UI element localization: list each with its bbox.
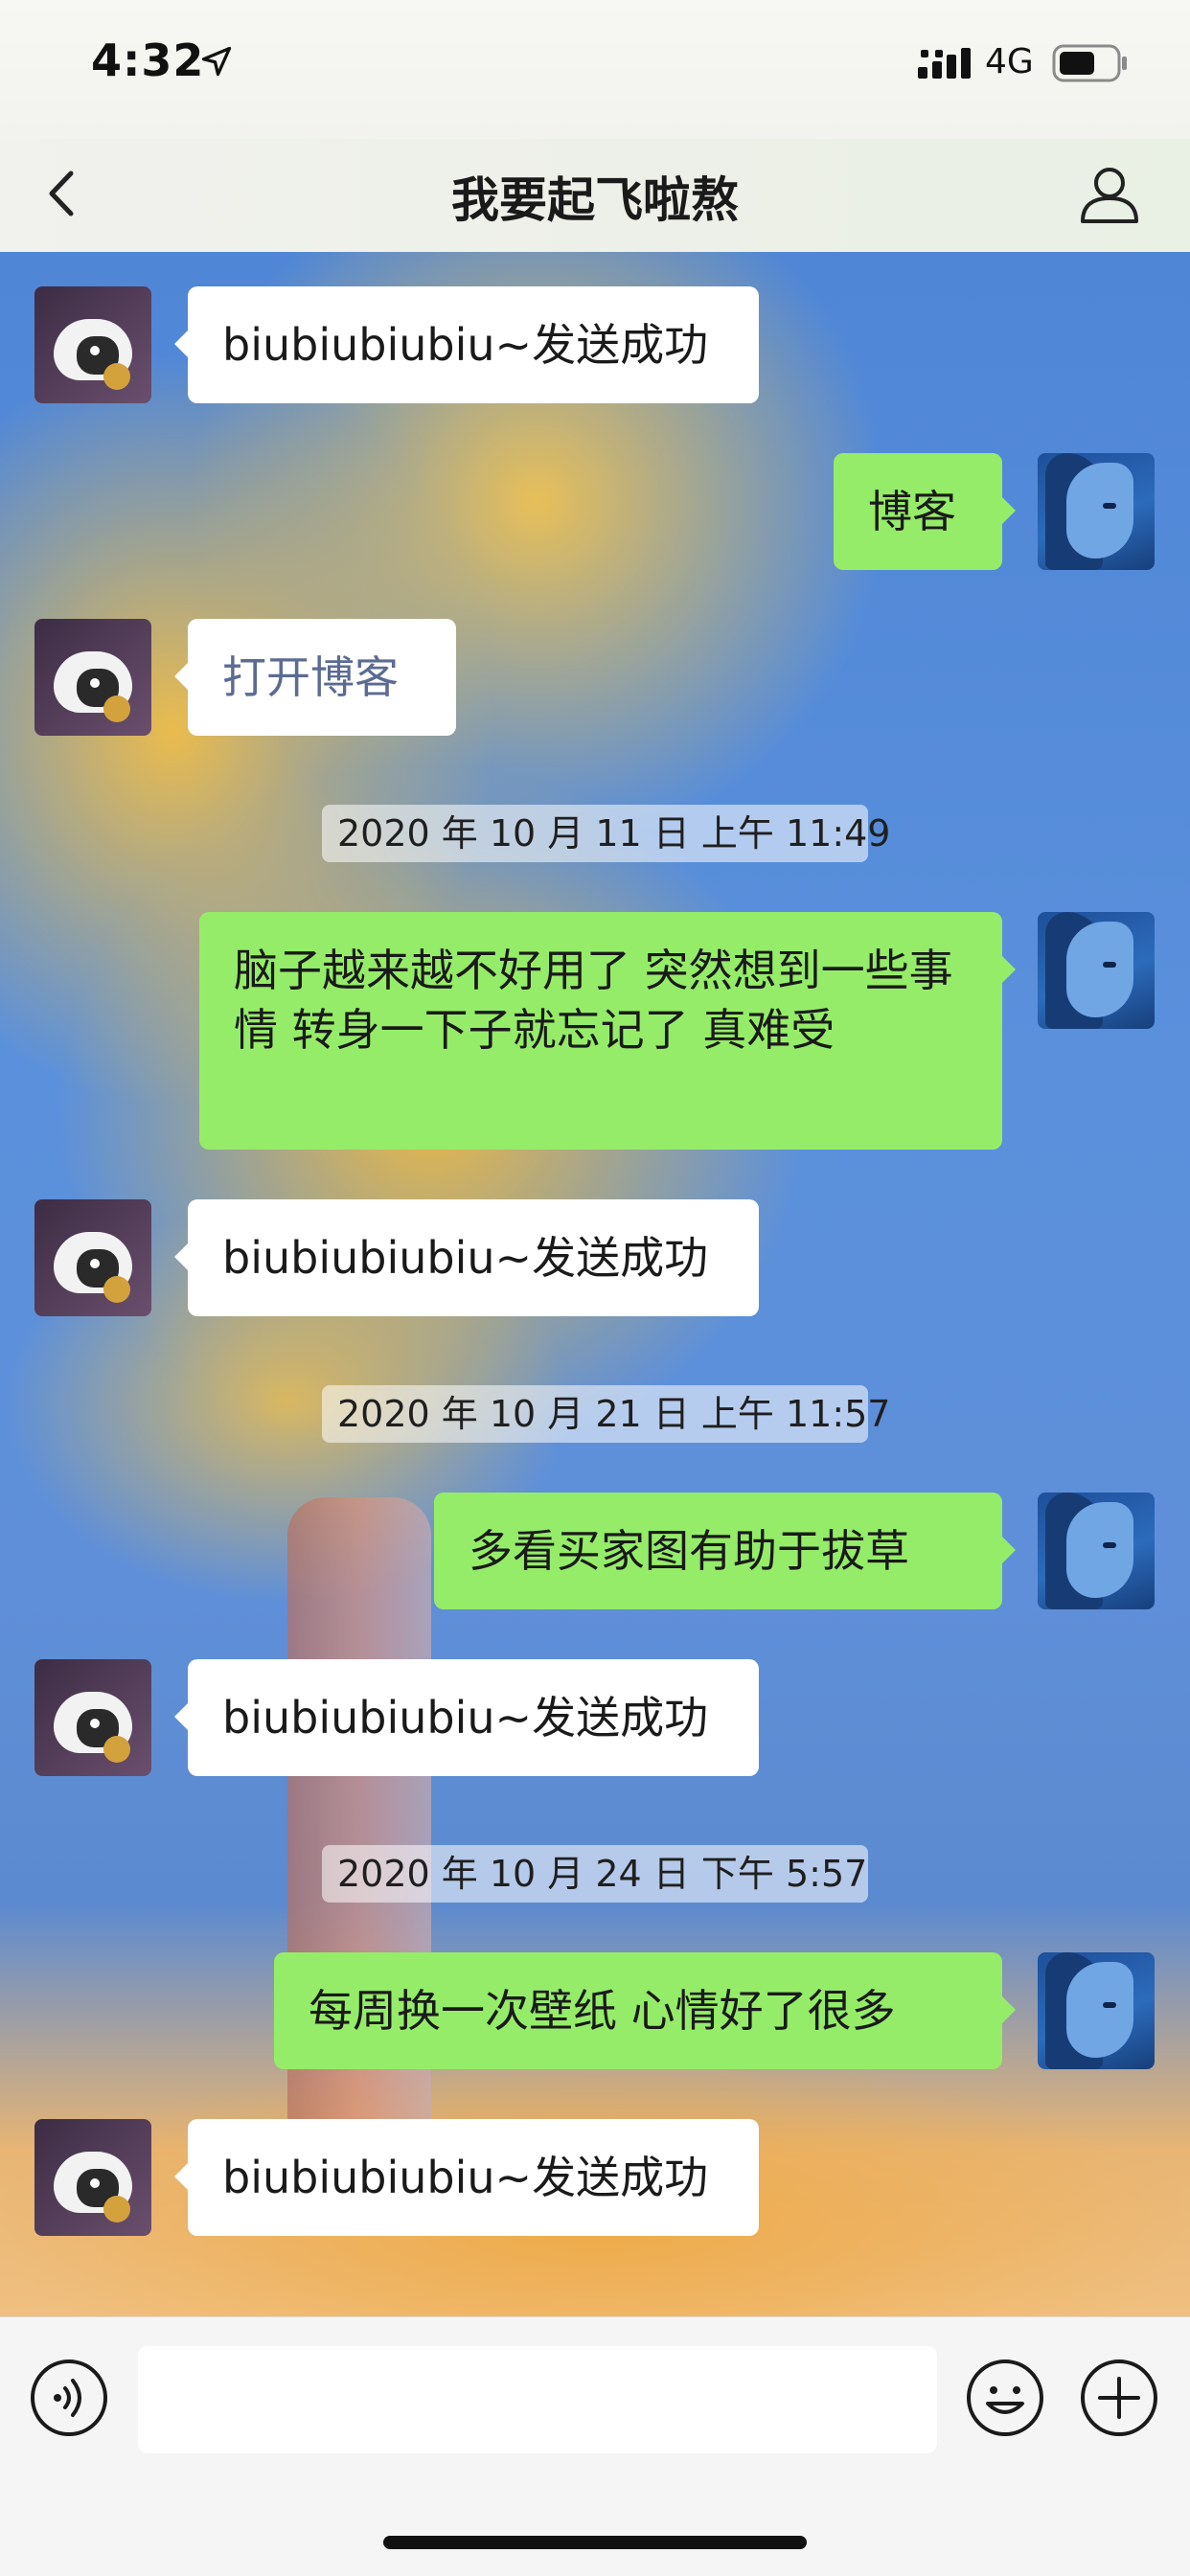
avatar-contact[interactable] (34, 2119, 151, 2236)
message-link[interactable]: 打开博客 (174, 619, 456, 736)
location-arrow-icon (201, 46, 232, 77)
voice-button[interactable] (29, 2358, 109, 2438)
message-bubble[interactable]: biubiubiubiu~发送成功 (174, 286, 759, 403)
plus-button[interactable] (1079, 2358, 1159, 2438)
timestamp: 2020 年 10 月 21 日 上午 11:57 (322, 1385, 890, 1443)
message-bubble[interactable]: biubiubiubiu~发送成功 (174, 1199, 759, 1316)
plus-icon (1081, 2359, 1157, 2436)
avatar-self[interactable] (1038, 1952, 1155, 2069)
message-bubble[interactable]: biubiubiubiu~发送成功 (174, 2119, 759, 2236)
avatar-contact[interactable] (34, 1659, 151, 1776)
voice-icon (31, 2359, 107, 2436)
status-time: 4:32 (91, 34, 205, 86)
avatar-contact[interactable] (34, 1199, 151, 1316)
nav-bar: 我要起飞啦熬 (0, 139, 1190, 252)
timestamp: 2020 年 10 月 24 日 下午 5:57 (322, 1845, 868, 1903)
avatar-self[interactable] (1038, 453, 1155, 570)
network-type: 4G (985, 42, 1034, 81)
chat-area[interactable]: biubiubiubiu~发送成功 博客 打开博客 2020 年 10 月 11… (0, 252, 1190, 2316)
emoji-button[interactable] (965, 2358, 1045, 2438)
home-indicator (383, 2536, 807, 2549)
chat-title: 我要起飞啦熬 (451, 172, 739, 228)
message-input[interactable] (138, 2346, 937, 2453)
signal-icon (918, 48, 971, 79)
profile-button[interactable] (1073, 158, 1146, 231)
timestamp: 2020 年 10 月 11 日 上午 11:49 (322, 805, 890, 862)
avatar-contact[interactable] (34, 286, 151, 403)
message-bubble[interactable]: 博客 (834, 453, 1016, 570)
person-icon (1081, 168, 1138, 223)
message-bubble[interactable]: 多看买家图有助于拔草 (434, 1493, 1016, 1609)
avatar-self[interactable] (1038, 1493, 1155, 1609)
message-bubble[interactable]: 脑子越来越不好用了 突然想到一些事情 转身一下子就忘记了 真难受 (199, 912, 1016, 1150)
emoji-icon (967, 2359, 1043, 2436)
avatar-contact[interactable] (34, 619, 151, 736)
status-bar: 4:32 4G (0, 0, 1190, 139)
battery-icon (1052, 44, 1127, 82)
message-bubble[interactable]: biubiubiubiu~发送成功 (174, 1659, 759, 1776)
message-bubble[interactable]: 每周换一次壁纸 心情好了很多 (274, 1952, 1016, 2069)
input-bar (0, 2316, 1190, 2576)
avatar-self[interactable] (1038, 912, 1155, 1029)
